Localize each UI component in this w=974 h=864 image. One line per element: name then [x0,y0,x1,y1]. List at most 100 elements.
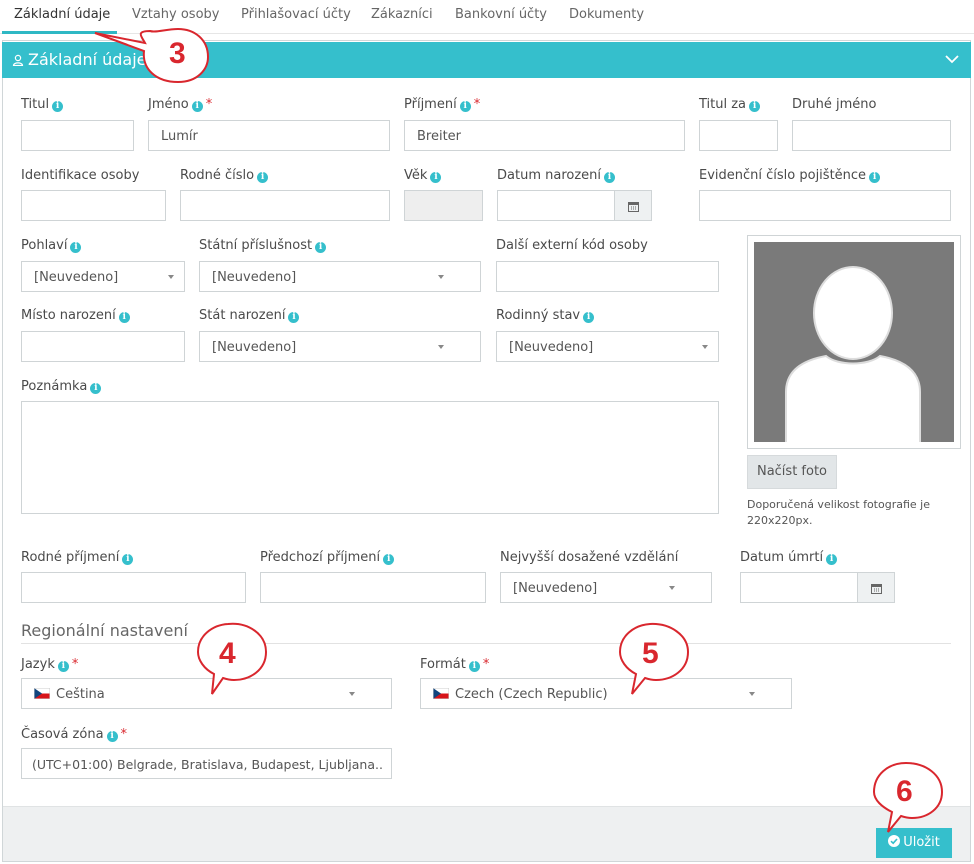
druhe-jmeno-input[interactable] [792,120,951,151]
identifikace-label: Identifikace osoby [21,168,140,183]
vzdelani-select[interactable]: [Neuvedeno] [500,572,712,603]
prijmeni-input[interactable]: Breiter [404,120,685,151]
predchozi-prijmeni-label: Předchozí příjmení i [260,550,395,565]
vzdelani-label: Nejvyšší dosažené vzdělání [500,550,679,565]
tab-dokumenty[interactable]: Dokumenty [569,7,644,22]
externi-kod-label: Další externí kód osoby [496,238,648,253]
czech-flag-icon [34,688,50,699]
info-icon: i [315,242,327,253]
jazyk-label: Jazyk i * [21,657,79,672]
tab-vztahy-osoby[interactable]: Vztahy osoby [132,7,219,22]
chevron-down-icon[interactable] [945,54,959,64]
jmeno-input[interactable]: Lumír [148,120,390,151]
info-icon: i [52,101,64,112]
format-label: Formát i * [420,657,490,672]
regional-settings-title: Regionální nastavení [21,621,188,640]
section-divider [21,643,951,644]
info-icon: i [70,242,82,253]
avatar [754,242,954,442]
tab-prihlasovaci-ucty[interactable]: Přihlašovací účty [241,7,351,22]
caret-down-icon [749,692,755,696]
caret-down-icon [669,586,675,590]
info-icon: i [468,661,480,672]
photo-frame [747,235,961,449]
identifikace-input[interactable] [21,190,166,221]
titul-input[interactable] [21,120,134,151]
titul-za-label: Titul za i [699,97,761,112]
calendar-icon [871,584,882,594]
rodne-cislo-input[interactable] [180,190,390,221]
titul-za-input[interactable] [699,120,778,151]
datum-narozeni-input[interactable] [497,190,615,221]
caret-down-icon [168,275,174,279]
caret-down-icon [438,275,444,279]
rodinny-stav-label: Rodinný stav i [496,308,595,323]
info-icon: i [869,172,881,183]
info-icon: i [57,661,69,672]
calendar-icon [628,202,639,212]
vek-label: Věk i [404,168,442,183]
datum-umrti-input[interactable] [740,572,858,603]
info-icon: i [106,731,118,742]
info-icon: i [826,554,838,565]
evidencni-cislo-input[interactable] [699,190,951,221]
callout-3-bubble [94,27,210,84]
tab-zakaznici[interactable]: Zákazníci [371,7,433,22]
user-placeholder-icon [785,266,921,442]
info-icon: i [191,101,203,112]
predchozi-prijmeni-input[interactable] [260,572,486,603]
misto-narozeni-label: Místo narození i [21,308,130,323]
tab-zakladni-udaje[interactable]: Základní údaje [14,7,110,22]
jmeno-label: Jméno i * [148,97,213,112]
rodne-prijmeni-input[interactable] [21,572,246,603]
datum-umrti-label: Datum úmrtí i [740,550,838,565]
rodne-cislo-label: Rodné číslo i [180,168,269,183]
casova-zona-label: Časová zóna i * [21,727,128,742]
stat-narozeni-select[interactable]: [Neuvedeno] [199,331,481,362]
pohlavi-select[interactable]: [Neuvedeno] [21,261,185,292]
tab-bankovni-ucty[interactable]: Bankovní účty [455,7,547,22]
info-icon: i [90,383,102,394]
statni-prislusnost-select[interactable]: [Neuvedeno] [199,261,481,292]
load-photo-button[interactable]: Načíst foto [747,455,837,489]
callout-5-number: 5 [642,637,659,670]
evidencni-cislo-label: Evidenční číslo pojištěnce i [699,168,881,183]
info-icon: i [122,554,134,565]
titul-label: Titul i [21,97,64,112]
info-icon: i [288,312,300,323]
info-icon: i [604,172,615,183]
vek-input [404,190,483,221]
user-icon [12,54,24,66]
callout-4-number: 4 [219,637,236,670]
info-icon: i [118,312,130,323]
czech-flag-icon [433,688,449,699]
prijmeni-label: Příjmení i * [404,97,481,112]
photo-size-hint: Doporučená velikost fotografie je 220x22… [747,498,930,527]
caret-down-icon [438,345,444,349]
format-select[interactable]: Czech (Czech Republic) [420,678,792,709]
info-icon: i [749,101,761,112]
callout-3-number: 3 [169,37,186,70]
caret-down-icon [702,345,708,349]
info-icon: i [430,172,442,183]
externi-kod-input[interactable] [496,261,719,292]
info-icon: i [459,101,471,112]
statni-prislusnost-label: Státní příslušnost i [199,238,327,253]
info-icon: i [257,172,269,183]
callout-6-number: 6 [896,775,913,808]
stat-narozeni-label: Stát narození i [199,308,300,323]
caret-down-icon [349,692,355,696]
poznamka-textarea[interactable] [21,401,719,514]
panel-footer [3,806,970,861]
rodne-prijmeni-label: Rodné příjmení i [21,550,134,565]
casova-zona-select[interactable]: (UTC+01:00) Belgrade, Bratislava, Budape… [21,748,392,779]
pohlavi-label: Pohlaví i [21,238,82,253]
datum-narozeni-label: Datum narození i [497,168,615,183]
poznamka-label: Poznámka i [21,379,102,394]
misto-narozeni-input[interactable] [21,331,185,362]
info-icon: i [383,554,395,565]
datum-umrti-calendar-button[interactable] [857,572,895,603]
datum-narozeni-calendar-button[interactable] [614,190,652,221]
rodinny-stav-select[interactable]: [Neuvedeno] [496,331,719,362]
info-icon: i [583,312,595,323]
